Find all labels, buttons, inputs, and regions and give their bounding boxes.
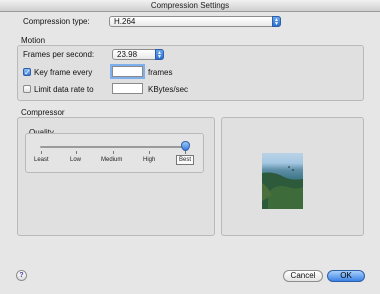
compression-settings-window: Compression Settings Compression type: H… [0,0,380,294]
tick-label-medium: Medium [101,157,123,163]
help-button[interactable]: ? [16,270,27,281]
compression-type-label: Compression type: [23,17,90,26]
limit-rate-field[interactable] [112,83,143,94]
tick-label-least: Least [34,157,49,163]
compression-type-value: H.264 [114,17,136,26]
coastline-image [262,166,303,209]
preview-image [262,153,303,209]
limit-rate-unit: KBytes/sec [148,85,189,94]
compression-type-popup[interactable]: H.264 ▲ ▼ [109,16,281,27]
keyframe-label: Key frame every [34,68,93,77]
limit-rate-checkbox[interactable] [23,85,31,93]
quality-box [25,133,204,173]
tick-mark [41,151,42,154]
keyframe-unit: frames [148,68,173,77]
fps-label: Frames per second: [23,50,95,59]
motion-group-title: Motion [21,36,46,45]
tick-mark [149,151,150,154]
keyframe-checkbox[interactable]: ✓ [23,68,31,77]
tick-label-high: High [143,157,156,163]
cancel-button[interactable]: Cancel [283,270,323,282]
tick-mark [185,151,186,154]
limit-rate-label: Limit data rate to [34,85,94,94]
updown-arrows-icon: ▲ ▼ [272,16,281,27]
tick-label-low: Low [70,157,82,163]
tick-mark [113,151,114,154]
tick-mark [76,151,77,154]
compressor-group-title: Compressor [21,108,65,117]
tick-label-best: Best [176,155,195,165]
help-icon: ? [19,272,24,279]
fps-popup[interactable]: 23.98 ▲ ▼ [112,49,164,60]
checkmark-icon: ✓ [24,68,31,77]
window-title: Compression Settings [0,0,380,12]
ok-button[interactable]: OK [327,270,365,282]
quality-slider-track[interactable] [40,146,187,148]
keyframe-field[interactable] [112,66,143,77]
fps-value: 23.98 [117,50,138,59]
updown-arrows-icon: ▲ ▼ [155,49,164,60]
